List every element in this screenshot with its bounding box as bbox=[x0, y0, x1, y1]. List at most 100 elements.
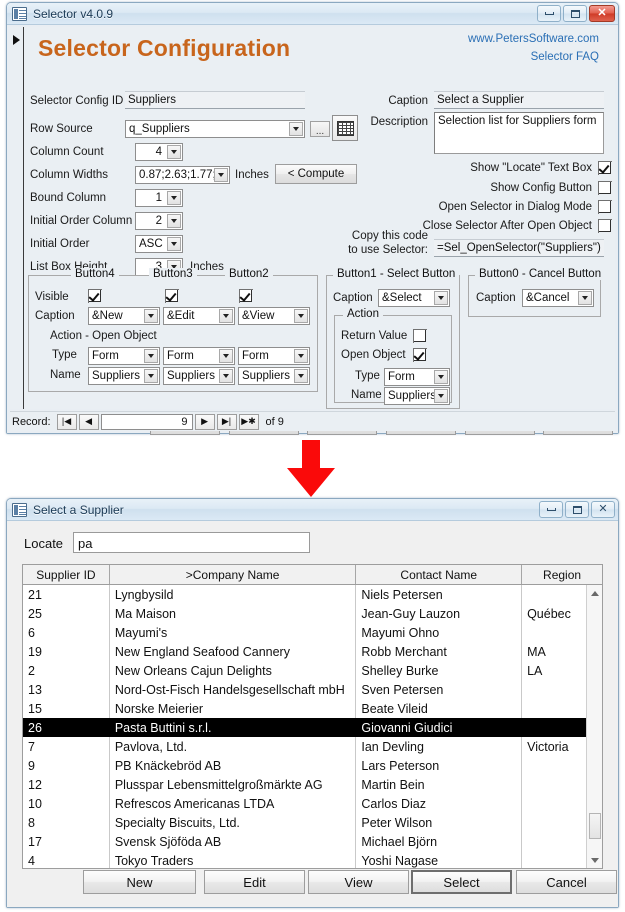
select-window-titlebar[interactable]: Select a Supplier ✕ bbox=[7, 499, 618, 521]
button3-visible-checkbox[interactable] bbox=[165, 289, 179, 303]
button4-caption-combo[interactable]: &New bbox=[88, 307, 160, 325]
table-row[interactable]: 10 Refrescos Americanas LTDA Carlos Diaz bbox=[23, 794, 602, 813]
previous-record-button[interactable]: ◀ bbox=[78, 413, 99, 430]
edit-button[interactable]: Edit bbox=[204, 870, 305, 894]
return-value-checkbox[interactable] bbox=[413, 329, 427, 343]
view-button[interactable]: View bbox=[308, 870, 409, 894]
current-record-input[interactable]: 9 bbox=[100, 413, 193, 430]
chevron-down-icon[interactable] bbox=[219, 349, 233, 363]
table-row[interactable]: 26 Pasta Buttini s.r.l. Giovanni Giudici bbox=[23, 718, 602, 737]
caption-field[interactable]: Select a Supplier bbox=[434, 91, 604, 109]
locate-input[interactable]: pa bbox=[73, 532, 310, 553]
table-row[interactable]: 9 PB Knäckebröd AB Lars Peterson bbox=[23, 756, 602, 775]
chevron-down-icon[interactable] bbox=[219, 309, 233, 323]
button0-caption-combo[interactable]: &Cancel bbox=[522, 289, 594, 307]
initial-order-combo[interactable]: ASC bbox=[135, 235, 183, 253]
chevron-down-icon[interactable] bbox=[289, 122, 303, 136]
chevron-down-icon[interactable] bbox=[578, 291, 592, 305]
chevron-down-icon[interactable] bbox=[434, 389, 448, 403]
column-header-contact-name[interactable]: Contact Name bbox=[356, 565, 523, 584]
button2-name-combo[interactable]: Suppliers bbox=[238, 367, 310, 385]
scrollbar-thumb[interactable] bbox=[589, 813, 601, 839]
maximize-button[interactable] bbox=[565, 501, 589, 518]
table-row[interactable]: 12 Plusspar Lebensmittelgroßmärkte AG Mart… bbox=[23, 775, 602, 794]
record-selector-bar[interactable] bbox=[10, 27, 24, 409]
table-row[interactable]: 7 Pavlova, Ltd. Ian Devling Victoria bbox=[23, 737, 602, 756]
table-row[interactable]: 19 New England Seafood Cannery Robb Mercha… bbox=[23, 642, 602, 661]
table-row[interactable]: 2 New Orleans Cajun Delights Shelley Burke… bbox=[23, 661, 602, 680]
scroll-down-arrow-icon[interactable] bbox=[587, 852, 603, 868]
minimize-button[interactable] bbox=[539, 501, 563, 518]
cancel-button[interactable]: Cancel bbox=[516, 870, 617, 894]
compute-button[interactable]: < Compute bbox=[275, 164, 357, 184]
copy-code-field[interactable]: =Sel_OpenSelector("Suppliers") bbox=[434, 239, 604, 257]
table-row[interactable]: 17 Svensk Sjöföda AB Michael Björn bbox=[23, 832, 602, 851]
chevron-down-icon[interactable] bbox=[144, 349, 158, 363]
button3-caption-combo[interactable]: &Edit bbox=[163, 307, 235, 325]
table-row[interactable]: 25 Ma Maison Jean-Guy Lauzon Québec bbox=[23, 604, 602, 623]
chevron-down-icon[interactable] bbox=[144, 369, 158, 383]
dialog-mode-checkbox[interactable] bbox=[598, 200, 612, 214]
table-row[interactable]: 13 Nord-Ost-Fisch Handelsgesellschaft mbH… bbox=[23, 680, 602, 699]
next-record-button[interactable]: ▶ bbox=[194, 413, 215, 430]
button3-type-combo[interactable]: Form bbox=[163, 347, 235, 365]
chevron-down-icon[interactable] bbox=[167, 145, 181, 159]
website-link[interactable]: www.PetersSoftware.com bbox=[468, 33, 599, 45]
chevron-down-icon[interactable] bbox=[219, 369, 233, 383]
column-widths-combo[interactable]: 0.87;2.63;1.77;0 bbox=[135, 166, 230, 184]
button1-caption-combo[interactable]: &Select bbox=[378, 289, 450, 307]
close-button[interactable]: ✕ bbox=[589, 5, 615, 22]
chevron-down-icon[interactable] bbox=[144, 309, 158, 323]
column-header-region[interactable]: Region bbox=[522, 565, 602, 584]
show-config-button-checkbox[interactable] bbox=[598, 181, 612, 195]
last-record-button[interactable]: ▶| bbox=[216, 413, 237, 430]
chevron-down-icon[interactable] bbox=[294, 309, 308, 323]
chevron-down-icon[interactable] bbox=[167, 237, 181, 251]
select-button[interactable]: Select bbox=[411, 870, 512, 894]
close-button[interactable]: ✕ bbox=[591, 501, 615, 518]
faq-link[interactable]: Selector FAQ bbox=[531, 51, 599, 63]
row-source-combo[interactable]: q_Suppliers bbox=[125, 120, 305, 138]
scroll-up-arrow-icon[interactable] bbox=[587, 585, 603, 601]
table-row[interactable]: 6 Mayumi's Mayumi Ohno bbox=[23, 623, 602, 642]
button4-visible-checkbox[interactable] bbox=[88, 289, 102, 303]
chevron-down-icon[interactable] bbox=[434, 291, 448, 305]
show-locate-checkbox[interactable] bbox=[598, 161, 612, 175]
chevron-down-icon[interactable] bbox=[214, 168, 228, 182]
button1-name-combo[interactable]: Suppliers bbox=[384, 387, 450, 405]
maximize-button[interactable] bbox=[563, 5, 587, 22]
chevron-down-icon[interactable] bbox=[294, 349, 308, 363]
button1-type-combo[interactable]: Form bbox=[384, 368, 450, 386]
button3-name-combo[interactable]: Suppliers bbox=[163, 367, 235, 385]
new-button[interactable]: New bbox=[83, 870, 196, 894]
button4-type-combo[interactable]: Form bbox=[88, 347, 160, 365]
chevron-down-icon[interactable] bbox=[294, 369, 308, 383]
bound-column-combo[interactable]: 1 bbox=[135, 189, 183, 207]
description-field[interactable]: Selection list for Suppliers form bbox=[434, 112, 604, 154]
open-object-checkbox[interactable] bbox=[413, 348, 427, 362]
table-row[interactable]: 8 Specialty Biscuits, Ltd. Peter Wilson bbox=[23, 813, 602, 832]
table-row[interactable]: 15 Norske Meierier Beate Vileid bbox=[23, 699, 602, 718]
button2-visible-checkbox[interactable] bbox=[239, 289, 253, 303]
selector-config-id-field[interactable]: Suppliers bbox=[125, 91, 305, 109]
chevron-down-icon[interactable] bbox=[167, 214, 181, 228]
initial-order-column-combo[interactable]: 2 bbox=[135, 212, 183, 230]
first-record-button[interactable]: |◀ bbox=[56, 413, 77, 430]
column-header-company-name[interactable]: >Company Name bbox=[110, 565, 357, 584]
listbox-scrollbar[interactable] bbox=[586, 585, 602, 868]
table-row[interactable]: 21 Lyngbysild Niels Petersen bbox=[23, 585, 602, 604]
chevron-down-icon[interactable] bbox=[434, 370, 448, 384]
chevron-down-icon[interactable] bbox=[167, 191, 181, 205]
supplier-listbox[interactable]: Supplier ID >Company Name Contact Name R… bbox=[22, 564, 603, 869]
button2-type-combo[interactable]: Form bbox=[238, 347, 310, 365]
button4-name-combo[interactable]: Suppliers bbox=[88, 367, 160, 385]
new-record-button[interactable]: ▶✱ bbox=[238, 413, 259, 430]
button2-caption-combo[interactable]: &View bbox=[238, 307, 310, 325]
config-window-titlebar[interactable]: Selector v4.0.9 ✕ bbox=[7, 3, 618, 25]
close-after-open-checkbox[interactable] bbox=[598, 219, 612, 233]
table-row[interactable]: 4 Tokyo Traders Yoshi Nagase bbox=[23, 851, 602, 868]
column-header-supplier-id[interactable]: Supplier ID bbox=[23, 565, 110, 584]
column-count-combo[interactable]: 4 bbox=[135, 143, 183, 161]
row-source-ellipsis-button[interactable]: ... bbox=[310, 121, 330, 137]
minimize-button[interactable] bbox=[537, 5, 561, 22]
